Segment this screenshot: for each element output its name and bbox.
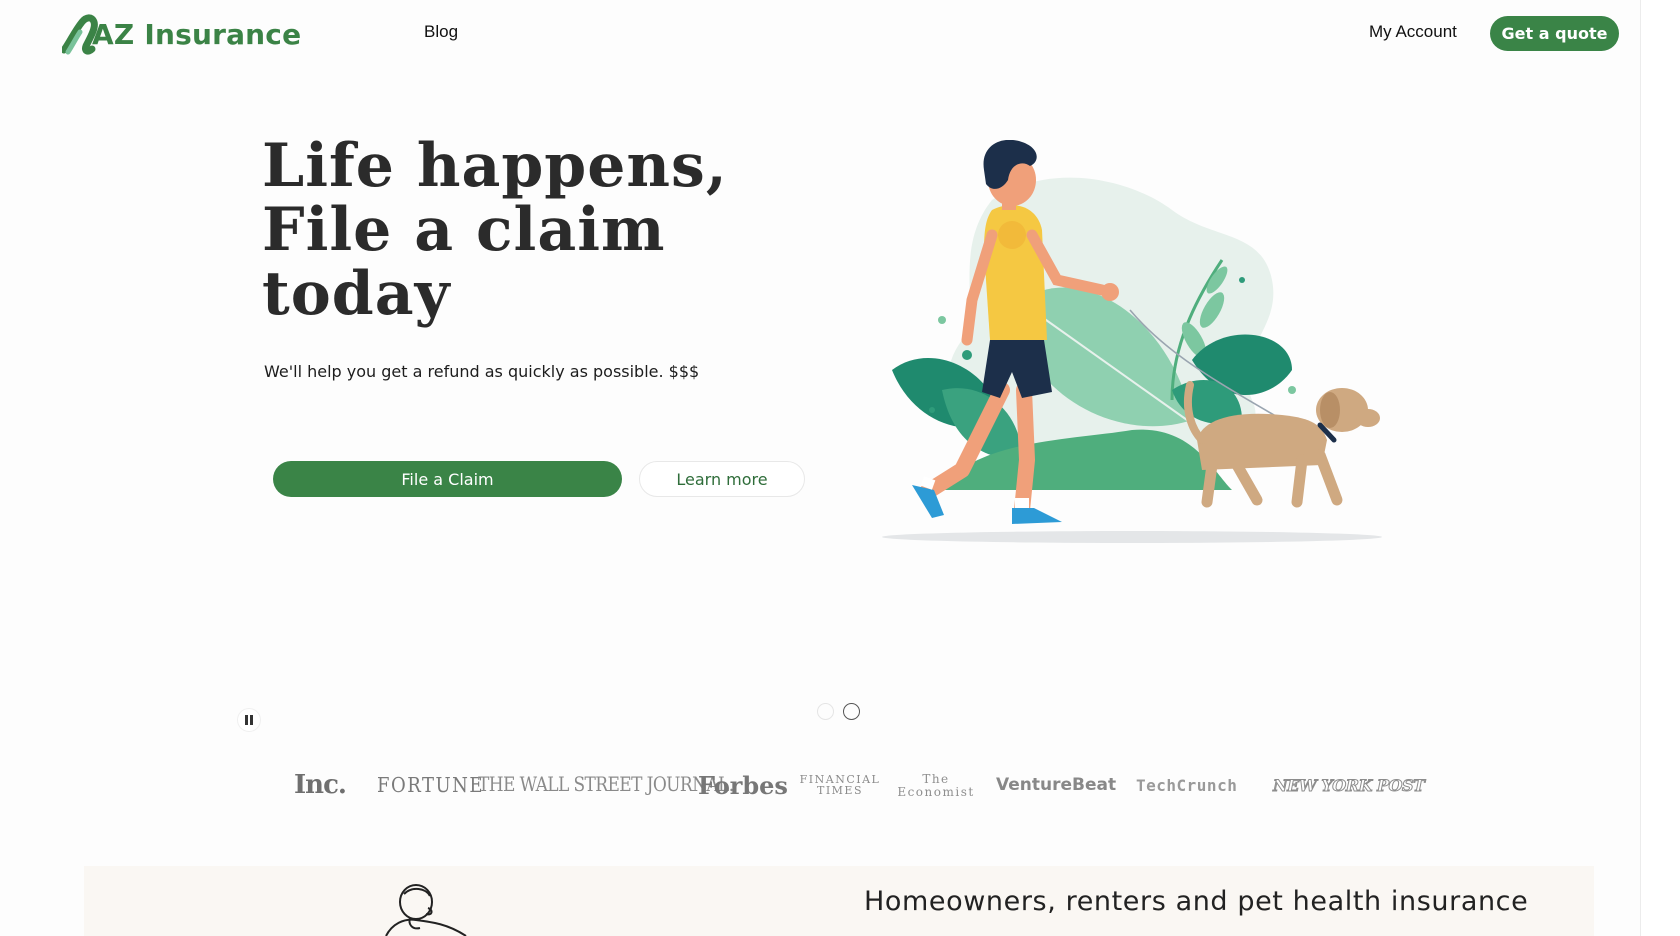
section-heading: Homeowners, renters and pet health insur… bbox=[864, 886, 1529, 917]
press-logo-new-york-post: NEW YORK POST bbox=[1272, 775, 1425, 795]
scrollbar-track[interactable] bbox=[1640, 0, 1680, 936]
nav-blog-link[interactable]: Blog bbox=[424, 22, 458, 42]
logo-text: AZ Insurance bbox=[92, 17, 302, 51]
get-a-quote-button[interactable]: Get a quote bbox=[1490, 16, 1619, 51]
hero-title-line: File a claim bbox=[262, 195, 666, 265]
pause-icon bbox=[245, 715, 248, 725]
hero-title: Life happens, File a claim today bbox=[262, 134, 732, 326]
logo[interactable]: AZ Insurance bbox=[62, 12, 301, 56]
press-logo-fortune: FORTUNE bbox=[377, 772, 485, 798]
press-logo-economist: The Economist bbox=[897, 772, 975, 799]
carousel-pause-button[interactable] bbox=[237, 708, 261, 732]
page: AZ Insurance Blog My Account Get a quote… bbox=[0, 0, 1680, 936]
carousel-dot-2-active[interactable] bbox=[843, 703, 860, 720]
press-logo-wsj: THE WALL STREET JOURNAL. bbox=[478, 773, 734, 797]
file-a-claim-button[interactable]: File a Claim bbox=[273, 461, 622, 497]
press-logo-forbes: Forbes bbox=[698, 770, 788, 800]
person-outline-illustration bbox=[385, 884, 467, 936]
hero-title-line: Life happens, bbox=[262, 131, 728, 201]
hero-title-line: today bbox=[262, 259, 451, 329]
learn-more-button[interactable]: Learn more bbox=[639, 461, 805, 497]
hero-subtitle: We'll help you get a refund as quickly a… bbox=[264, 362, 700, 381]
press-logo-venturebeat: VentureBeat bbox=[996, 775, 1117, 795]
person-walking-dog-illustration bbox=[882, 140, 1382, 543]
press-logo-techcrunch: TechCrunch bbox=[1136, 775, 1238, 795]
nav-my-account-link[interactable]: My Account bbox=[1369, 22, 1457, 42]
ground-shadow bbox=[882, 531, 1382, 543]
press-logo-inc: Inc. bbox=[294, 770, 347, 800]
carousel-dot-1[interactable] bbox=[817, 703, 834, 720]
press-logo-financial-times: FINANCIAL TIMES bbox=[799, 773, 881, 797]
